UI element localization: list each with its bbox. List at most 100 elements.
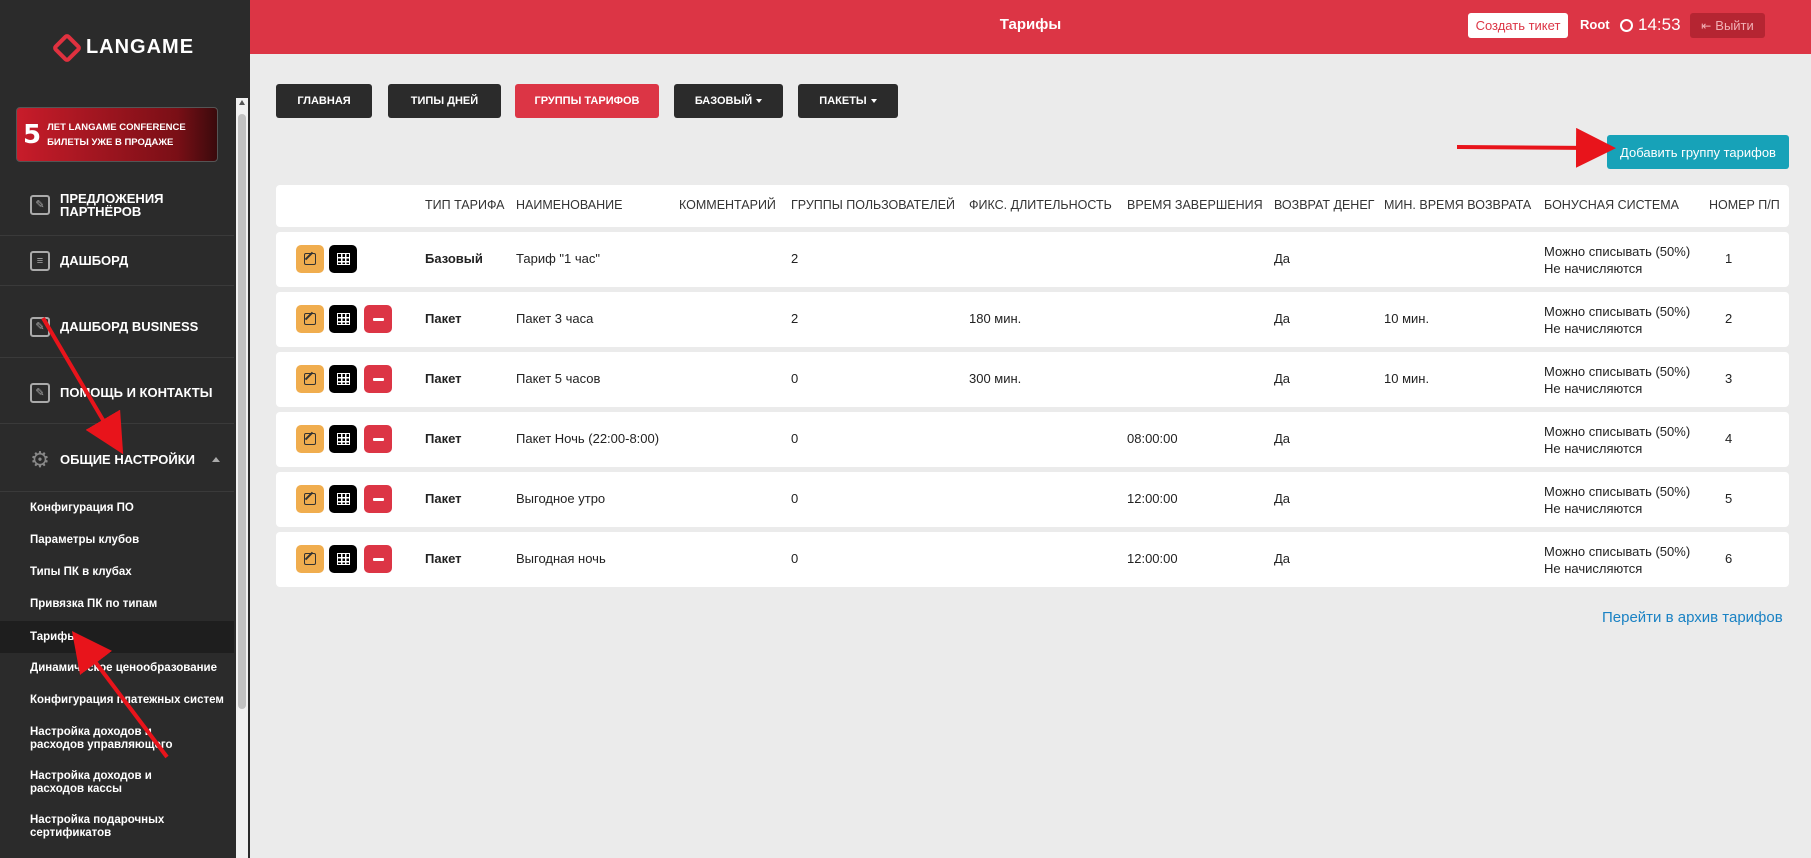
bonus-accrual-text: Не начисляются xyxy=(1544,441,1643,456)
cell-bonus: Можно списывать (50%) Не начисляются xyxy=(1544,363,1690,397)
schedule-grid-button[interactable] xyxy=(329,485,357,513)
schedule-grid-button[interactable] xyxy=(329,245,357,273)
cell-bonus: Можно списывать (50%) Не начисляются xyxy=(1544,423,1690,457)
caret-down-icon xyxy=(756,99,763,103)
subitem-pc-types[interactable]: Типы ПК в клубах xyxy=(0,560,234,584)
bonus-spend-text: Можно списывать (50%) xyxy=(1544,544,1691,559)
subitem-club-params[interactable]: Параметры клубов xyxy=(0,528,234,552)
cell-number: 1 xyxy=(1725,251,1733,266)
cell-min-refund: 10 мин. xyxy=(1384,311,1430,326)
table-row: Базовый Тариф "1 час" 2 Да 1 Можно списывать … xyxy=(276,232,1789,287)
sidebar-item-label: ПОМОЩЬ И КОНТАКТЫ xyxy=(60,385,213,400)
delete-button[interactable] xyxy=(364,365,392,393)
subitem-software-config[interactable]: Конфигурация ПО xyxy=(0,496,234,520)
banner-text: лет LANGAME CONFERENCE Билеты уже в прод… xyxy=(47,121,186,148)
cell-refund: Да xyxy=(1274,431,1291,446)
minus-icon xyxy=(372,317,384,321)
delete-button[interactable] xyxy=(364,305,392,333)
tab-basic[interactable]: БАЗОВЫЙ xyxy=(674,84,783,118)
logout-icon: ⇤ xyxy=(1701,18,1712,33)
grid-icon xyxy=(336,493,350,505)
table-header: ТИП ТАРИФА НАИМЕНОВАНИЕ КОММЕНТАРИЙ ГРУП… xyxy=(276,185,1789,227)
cell-refund: Да xyxy=(1274,491,1291,506)
subitem-manager-finance[interactable]: Настройка доходов и расходов управляющег… xyxy=(0,723,200,755)
table-row: Пакет Выгодное утро 0 12:00:00 Да 5 Можно спис… xyxy=(276,472,1789,527)
banner-number: 5 xyxy=(23,119,42,150)
sidebar-item-partners[interactable]: ✎ ПРЕДЛОЖЕНИЯ ПАРТНЁРОВ xyxy=(0,174,234,236)
edit-icon xyxy=(304,493,316,505)
minus-icon xyxy=(372,497,384,501)
cell-number: 4 xyxy=(1725,431,1733,446)
tab-tariff-groups[interactable]: ГРУППЫ ТАРИФОВ xyxy=(515,84,659,118)
cell-number: 6 xyxy=(1725,551,1733,566)
edit-button[interactable] xyxy=(296,485,324,513)
sidebar-item-help[interactable]: ✎ ПОМОЩЬ И КОНТАКТЫ xyxy=(0,362,234,424)
edit-icon xyxy=(304,313,316,325)
grid-icon xyxy=(336,253,350,265)
cell-user-groups: 0 xyxy=(791,551,799,566)
create-ticket-button[interactable]: Создать тикет xyxy=(1468,13,1568,38)
clock-time: 14:53 xyxy=(1638,15,1681,34)
bonus-accrual-text: Не начисляются xyxy=(1544,561,1643,576)
scroll-up-arrow-icon[interactable] xyxy=(239,100,245,105)
minus-icon xyxy=(372,557,384,561)
edit-icon xyxy=(304,373,316,385)
th-min-refund: МИН. ВРЕМЯ ВОЗВРАТА xyxy=(1384,198,1532,212)
edit-button[interactable] xyxy=(296,245,324,273)
scroll-thumb[interactable] xyxy=(238,114,246,709)
sidebar-item-label: ДАШБОРД xyxy=(60,253,129,268)
edit-icon: ✎ xyxy=(30,316,50,337)
grid-icon xyxy=(336,553,350,565)
tab-main[interactable]: ГЛАВНАЯ xyxy=(276,84,372,118)
logo[interactable]: LANGAME xyxy=(0,0,250,95)
add-tariff-group-button[interactable]: Добавить группу тарифов xyxy=(1607,135,1789,169)
table-row: Пакет Пакет 3 часа 2 180 мин. Да 10 мин. 2 Можн… xyxy=(276,292,1789,347)
subitem-payment-config[interactable]: Конфигурация платежных систем xyxy=(0,688,234,712)
tariff-archive-link[interactable]: Перейти в архив тарифов xyxy=(1602,609,1783,626)
page-title: Тарифы xyxy=(999,16,1062,33)
cell-type: Базовый xyxy=(425,251,483,266)
caret-up-icon xyxy=(212,456,220,462)
conference-banner[interactable]: 5 лет LANGAME CONFERENCE Билеты уже в пр… xyxy=(16,107,218,162)
cell-name: Выгодное утро xyxy=(516,491,606,506)
sidebar-item-general-settings[interactable]: ⚙ ОБЩИЕ НАСТРОЙКИ xyxy=(0,428,234,492)
bonus-spend-text: Можно списывать (50%) xyxy=(1544,484,1691,499)
table-row: Пакет Пакет 5 часов 0 300 мин. Да 10 мин. 3 Мож… xyxy=(276,352,1789,407)
cell-bonus: Можно списывать (50%) Не начисляются xyxy=(1544,243,1690,277)
bonus-accrual-text: Не начисляются xyxy=(1544,321,1643,336)
sidebar-item-dashboard[interactable]: ≡ ДАШБОРД xyxy=(0,236,234,286)
tab-packages[interactable]: ПАКЕТЫ xyxy=(798,84,898,118)
schedule-grid-button[interactable] xyxy=(329,545,357,573)
schedule-grid-button[interactable] xyxy=(329,305,357,333)
sidebar-item-dashboard-business[interactable]: ✎ ДАШБОРД BUSINESS xyxy=(0,296,234,358)
schedule-grid-button[interactable] xyxy=(329,425,357,453)
minus-icon xyxy=(372,437,384,441)
bonus-accrual-text: Не начисляются xyxy=(1544,381,1643,396)
edit-button[interactable] xyxy=(296,545,324,573)
cell-type: Пакет xyxy=(425,311,462,326)
logo-icon xyxy=(51,31,83,64)
delete-button[interactable] xyxy=(364,485,392,513)
edit-button[interactable] xyxy=(296,425,324,453)
sidebar-item-label: ДАШБОРД BUSINESS xyxy=(60,319,199,334)
subitem-tariffs[interactable]: Тарифы xyxy=(0,621,234,653)
logout-label: Выйти xyxy=(1715,18,1754,33)
grid-icon xyxy=(336,433,350,445)
delete-button[interactable] xyxy=(364,545,392,573)
subitem-cashbox-finance[interactable]: Настройка доходов и расходов кассы xyxy=(0,767,200,799)
subitem-pc-binding[interactable]: Привязка ПК по типам xyxy=(0,592,234,616)
bonus-accrual-text: Не начисляются xyxy=(1544,261,1643,276)
edit-button[interactable] xyxy=(296,365,324,393)
edit-button[interactable] xyxy=(296,305,324,333)
cell-user-groups: 2 xyxy=(791,251,799,266)
logout-button[interactable]: ⇤ Выйти xyxy=(1690,13,1765,38)
edit-icon: ✎ xyxy=(30,194,50,215)
bonus-accrual-text: Не начисляются xyxy=(1544,501,1643,516)
tab-day-types[interactable]: ТИПЫ ДНЕЙ xyxy=(388,84,501,118)
delete-button[interactable] xyxy=(364,425,392,453)
schedule-grid-button[interactable] xyxy=(329,365,357,393)
subitem-gift-certificates[interactable]: Настройка подарочных сертификатов xyxy=(0,811,200,843)
subitem-dynamic-pricing[interactable]: Динамическое ценообразование xyxy=(0,656,234,680)
th-bonus: БОНУСНАЯ СИСТЕМА xyxy=(1544,198,1679,212)
bonus-spend-text: Можно списывать (50%) xyxy=(1544,364,1691,379)
